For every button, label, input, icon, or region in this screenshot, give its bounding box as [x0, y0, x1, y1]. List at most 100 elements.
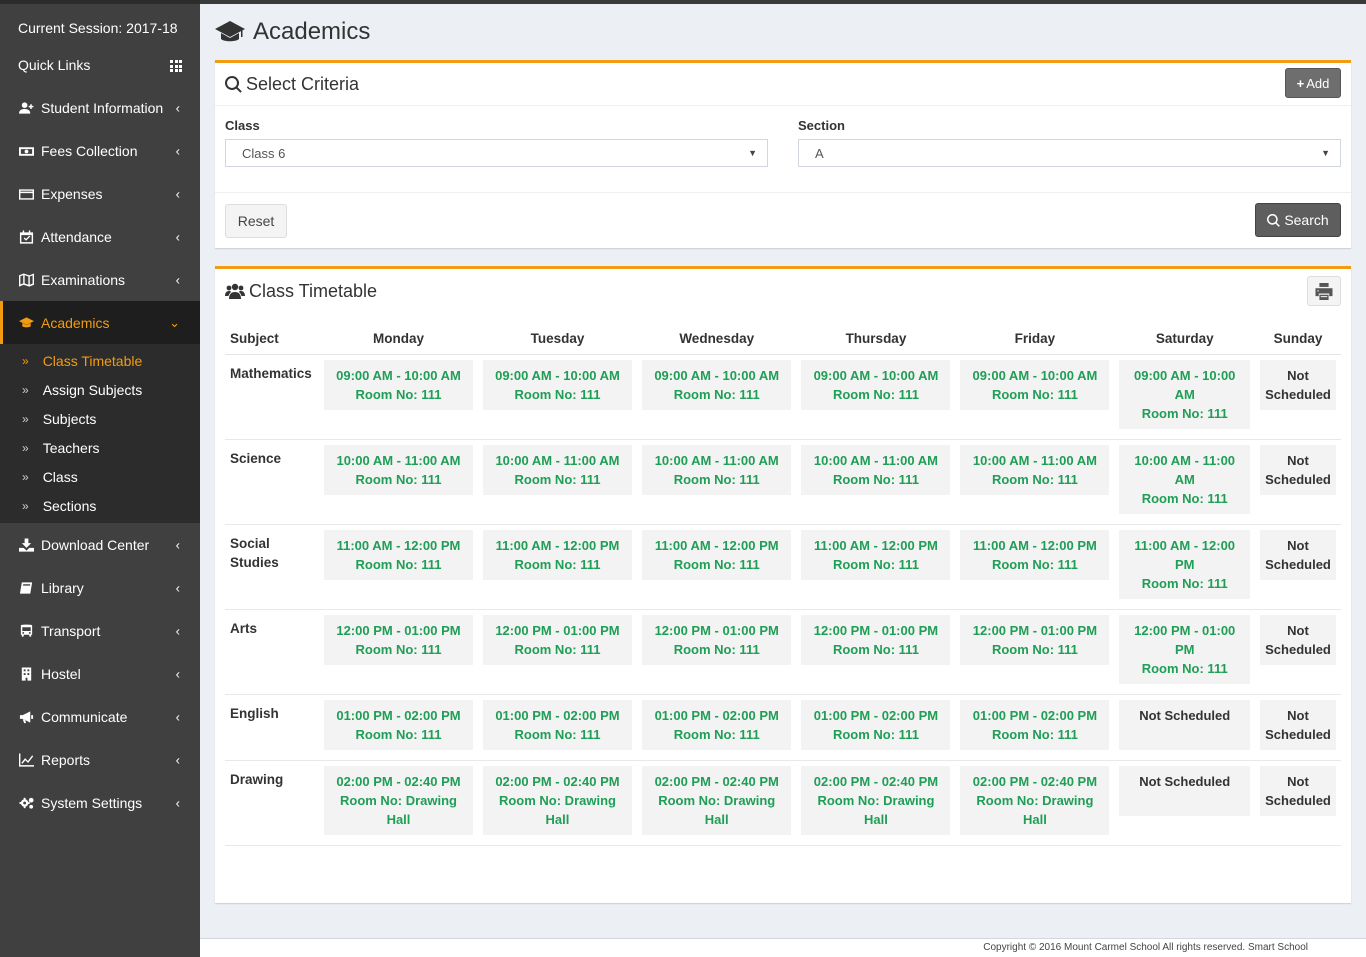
chevron-left-icon: ‹ [175, 272, 180, 287]
schedule-cell: 02:00 PM - 02:40 PM Room No: Drawing Hal… [477, 760, 637, 846]
section-select-value: A [815, 145, 824, 161]
schedule-cell: Not Scheduled [1255, 354, 1341, 440]
sidebar-item-system-settings[interactable]: System Settings ‹ [0, 781, 200, 824]
sidebar-item-transport[interactable]: Transport ‹ [0, 609, 200, 652]
submenu-item-subjects[interactable]: » Subjects [0, 404, 200, 433]
schedule-cell: 09:00 AM - 10:00 AM Room No: 111 [955, 354, 1115, 440]
sidebar-item-download-center[interactable]: Download Center ‹ [0, 523, 200, 566]
not-scheduled-slot: Not Scheduled [1260, 765, 1336, 816]
period-slot: 10:00 AM - 11:00 AM Room No: 111 [1119, 444, 1250, 514]
schedule-cell: 01:00 PM - 02:00 PM Room No: 111 [796, 694, 956, 761]
subject-cell: Social Studies [225, 524, 319, 610]
period-slot: 11:00 AM - 12:00 PM Room No: 111 [324, 529, 473, 580]
chevron-left-icon: ‹ [175, 666, 180, 681]
period-slot: 12:00 PM - 01:00 PM Room No: 111 [482, 614, 632, 665]
sidebar-item-hostel[interactable]: Hostel ‹ [0, 652, 200, 695]
submenu-item-assign-subjects[interactable]: » Assign Subjects [0, 375, 200, 404]
add-button[interactable]: + Add [1285, 68, 1341, 98]
schedule-cell: Not Scheduled [1114, 760, 1255, 846]
quick-links[interactable]: Quick Links [0, 48, 200, 86]
building-icon [18, 666, 34, 681]
submenu-item-label: Class [42, 468, 78, 485]
schedule-cell: 09:00 AM - 10:00 AM Room No: 111 [636, 354, 797, 440]
graduation-cap-icon [215, 21, 245, 42]
column-header: Monday [319, 327, 478, 355]
bullhorn-icon [18, 710, 34, 724]
subject-cell: Mathematics [225, 354, 319, 440]
period-slot: 11:00 AM - 12:00 PM Room No: 111 [641, 529, 792, 580]
sidebar-item-label: Transport [41, 622, 101, 639]
print-button[interactable] [1307, 276, 1341, 306]
search-icon [225, 75, 242, 93]
plus-icon: + [1296, 75, 1305, 91]
page-header: Academics [215, 18, 370, 46]
period-slot: 12:00 PM - 01:00 PM Room No: 111 [960, 614, 1110, 665]
column-header: Subject [225, 327, 319, 355]
schedule-cell: 12:00 PM - 01:00 PM Room No: 111 [319, 609, 478, 695]
period-slot: 12:00 PM - 01:00 PM Room No: 111 [801, 614, 951, 665]
sidebar-item-attendance[interactable]: Attendance ‹ [0, 215, 200, 258]
grid-icon[interactable] [170, 60, 182, 72]
sidebar-item-label: Expenses [41, 185, 103, 202]
chevron-left-icon: ‹ [175, 752, 180, 767]
column-header: Friday [955, 327, 1115, 355]
sidebar-item-library[interactable]: Library ‹ [0, 566, 200, 609]
sidebar-item-label: Fees Collection [41, 142, 138, 159]
submenu-item-teachers[interactable]: » Teachers [0, 433, 200, 462]
subject-cell: Drawing [225, 760, 319, 846]
table-row: Mathematics 09:00 AM - 10:00 AM Room No: … [225, 354, 1341, 440]
not-scheduled-slot: Not Scheduled [1260, 529, 1336, 580]
period-slot: 01:00 PM - 02:00 PM Room No: 111 [324, 699, 473, 750]
submenu-item-class[interactable]: » Class [0, 462, 200, 491]
panel-title: Select Criteria [246, 73, 360, 94]
user-plus-icon [18, 101, 34, 115]
schedule-cell: Not Scheduled [1255, 439, 1341, 525]
table-row: Arts 12:00 PM - 01:00 PM Room No: 111 12:0… [225, 609, 1341, 695]
sidebar-item-expenses[interactable]: Expenses ‹ [0, 172, 200, 215]
reset-button[interactable]: Reset [225, 204, 287, 238]
sidebar-item-communicate[interactable]: Communicate ‹ [0, 695, 200, 738]
table-row: English 01:00 PM - 02:00 PM Room No: 111 0… [225, 694, 1341, 761]
current-session: Current Session: 2017-18 [18, 20, 178, 36]
search-icon [1267, 213, 1281, 227]
schedule-cell: 11:00 AM - 12:00 PM Room No: 111 [636, 524, 797, 610]
book-icon [18, 581, 34, 595]
sidebar-item-student-information[interactable]: Student Information ‹ [0, 86, 200, 129]
sidebar-item-label: System Settings [41, 794, 143, 811]
double-angle-right-icon: » [22, 469, 29, 484]
section-select[interactable]: A ▼ [798, 139, 1341, 167]
not-scheduled-slot: Not Scheduled [1260, 614, 1336, 665]
timetable-table: Subject Monday Tuesday Wednesday Thursday Fri… [225, 327, 1341, 846]
print-icon [1315, 282, 1333, 300]
schedule-cell: 10:00 AM - 11:00 AM Room No: 111 [477, 439, 637, 525]
page-footer: Copyright © 2016 Mount Carmel School All… [200, 938, 1366, 957]
sidebar-item-reports[interactable]: Reports ‹ [0, 738, 200, 781]
period-slot: 02:00 PM - 02:40 PM Room No: Drawing Hal… [324, 765, 473, 835]
double-angle-right-icon: » [22, 353, 29, 368]
sidebar-item-fees-collection[interactable]: Fees Collection ‹ [0, 129, 200, 172]
schedule-cell: 02:00 PM - 02:40 PM Room No: Drawing Hal… [636, 760, 797, 846]
sidebar-item-label: Reports [41, 751, 91, 768]
sidebar-item-examinations[interactable]: Examinations ‹ [0, 258, 200, 301]
search-button-label: Search [1284, 212, 1329, 228]
sidebar-item-label: Communicate [41, 708, 128, 725]
criteria-form: Class Class 6 ▼ Section A ▼ [215, 106, 1351, 167]
schedule-cell: 09:00 AM - 10:00 AM Room No: 111 [1114, 354, 1255, 440]
not-scheduled-slot: Not Scheduled [1260, 359, 1336, 410]
period-slot: 02:00 PM - 02:40 PM Room No: Drawing Hal… [641, 765, 792, 835]
period-slot: 01:00 PM - 02:00 PM Room No: 111 [801, 699, 951, 750]
search-button[interactable]: Search [1255, 203, 1341, 237]
caret-down-icon: ▼ [748, 148, 757, 158]
submenu-item-sections[interactable]: » Sections [0, 491, 200, 520]
submenu-item-label: Assign Subjects [42, 381, 143, 398]
submenu-item-class-timetable[interactable]: » Class Timetable [0, 346, 200, 375]
sidebar-item-academics[interactable]: Academics ⌄ [0, 301, 200, 344]
chevron-left-icon: ‹ [175, 229, 180, 244]
money-icon [18, 144, 34, 158]
class-timetable-panel: Class Timetable Subject Monday Tuesday Wedn… [215, 266, 1351, 903]
panel-header: Class Timetable [215, 269, 1351, 313]
class-select[interactable]: Class 6 ▼ [225, 139, 768, 167]
period-slot: 02:00 PM - 02:40 PM Room No: Drawing Hal… [482, 765, 632, 835]
schedule-cell: Not Scheduled [1255, 524, 1341, 610]
academics-submenu: » Class Timetable » Assign Subjects » Subje… [0, 344, 200, 523]
